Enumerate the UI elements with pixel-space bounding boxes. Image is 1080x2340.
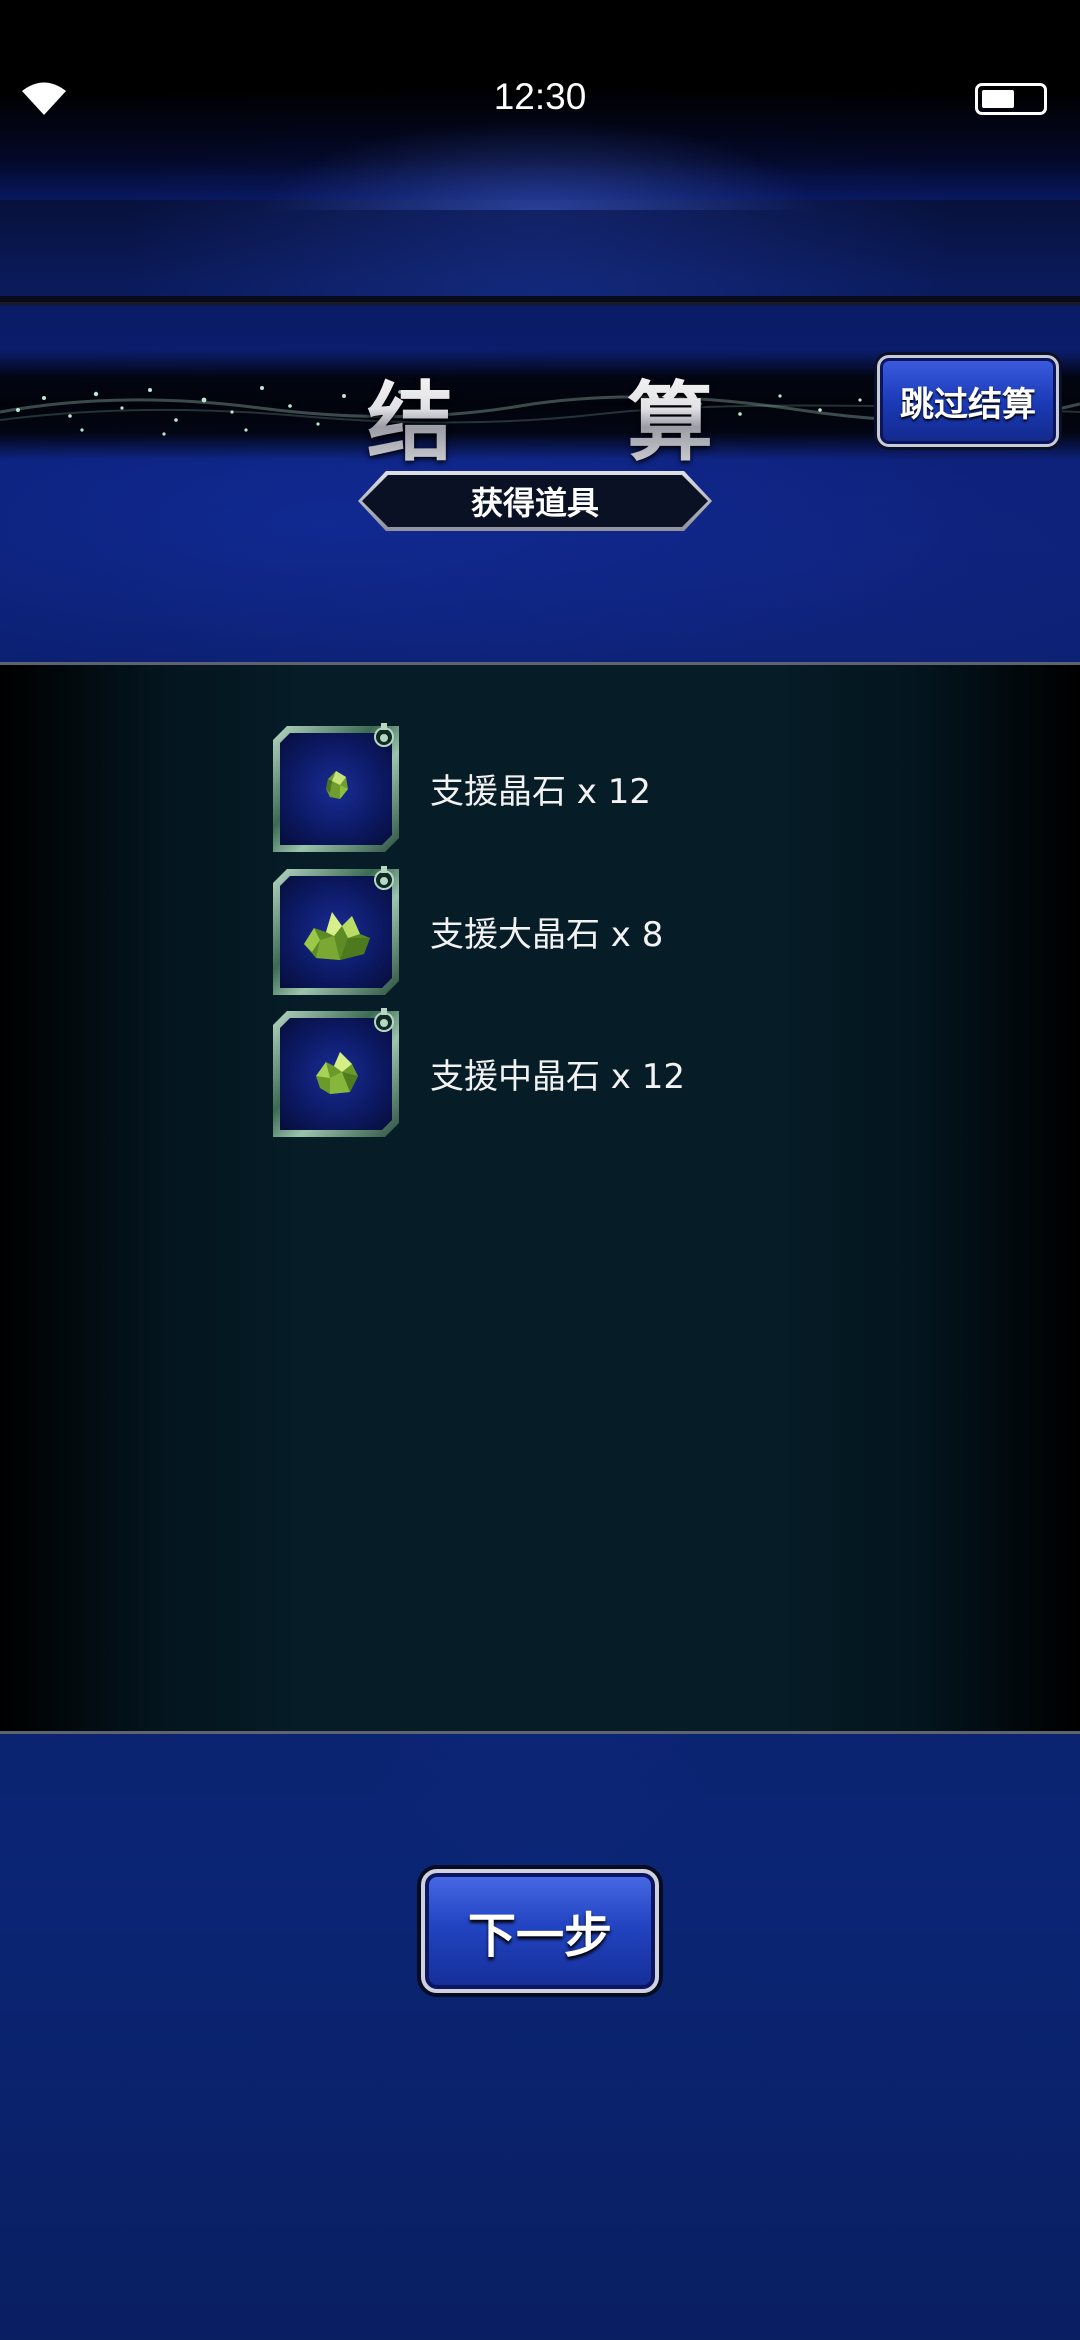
bottle-icon [374,866,394,890]
list-item[interactable]: 支援大晶石 x 8 [273,866,773,999]
battery-icon [975,83,1047,115]
top-glow [260,120,820,210]
status-bar: 12:30 [0,0,1080,210]
next-step-button[interactable]: 下一步 [421,1869,659,1993]
list-item[interactable]: 支援晶石 x 12 [273,723,773,856]
status-time: 12:30 [493,76,587,117]
bottle-icon [374,1008,394,1032]
item-label: 支援中晶石 x 12 [430,1057,685,1097]
section-subtitle: 获得道具 [470,484,599,522]
settlement-screen: 12:30 结 算 跳过结算 获得道具 支援晶石 x 12 支援大晶石 x 8 … [0,0,1080,2340]
battery-level [982,90,1014,108]
item-label: 支援晶石 x 12 [430,772,651,812]
item-label: 支援大晶石 x 8 [430,915,664,955]
bottle-icon [374,723,394,747]
list-item[interactable]: 支援中晶石 x 12 [273,1008,773,1141]
skip-settlement-button[interactable]: 跳过结算 [877,355,1059,447]
